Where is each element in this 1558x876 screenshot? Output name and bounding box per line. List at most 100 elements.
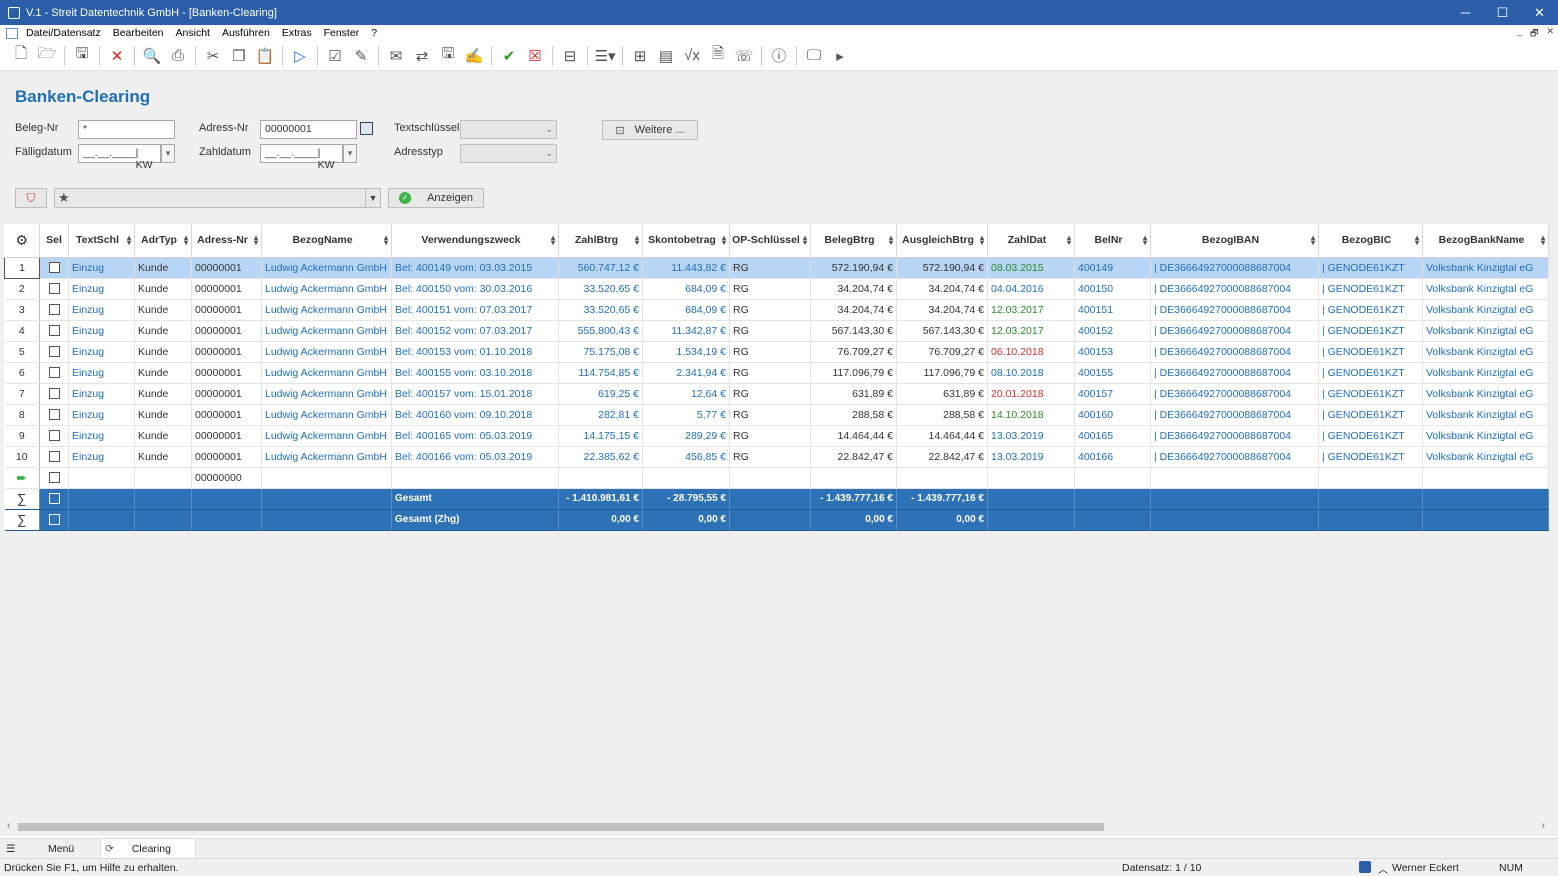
cell-bezogiban[interactable]: | DE36664927000088687004 — [1150, 362, 1319, 384]
edit-icon[interactable]: ✎ — [350, 45, 372, 67]
table-row[interactable]: 2 Einzug Kunde 00000001 Ludwig Ackermann Gmb… — [4, 278, 1549, 300]
select-checkbox[interactable] — [39, 383, 69, 405]
cell-bezogiban[interactable]: | DE36664927000088687004 — [1150, 425, 1319, 447]
maximize-button[interactable]: ☐ — [1484, 0, 1521, 25]
cell-bezogbankname[interactable]: Volksbank Kinzigtal eG — [1422, 320, 1549, 342]
cell-belegbtrg[interactable]: 76.709,27 € — [810, 341, 897, 363]
cell-ausgleichbtrg[interactable]: 572.190,94 € — [896, 257, 988, 279]
cell-bezogbic[interactable]: | GENODE61KZT — [1318, 257, 1423, 279]
cell-op-schluessel[interactable]: RG — [729, 299, 811, 321]
cell-adrtyp[interactable]: Kunde — [134, 446, 192, 468]
cell-adress-nr[interactable]: 00000000 — [191, 467, 262, 489]
cell-bezogbic[interactable]: | GENODE61KZT — [1318, 362, 1423, 384]
cell-zahlbtrg[interactable]: 75.175,08 € — [558, 341, 643, 363]
cell-verwendungszweck[interactable]: Bel: 400165 vom: 05.03.2019 — [391, 425, 559, 447]
table-row[interactable]: 10 Einzug Kunde 00000001 Ludwig Ackermann Gm… — [4, 446, 1549, 468]
favorite-filter-select[interactable]: ★ ▼ — [54, 188, 381, 208]
cell-adress-nr[interactable]: 00000001 — [191, 278, 262, 300]
cell-zahldat[interactable]: 13.03.2019 — [987, 446, 1075, 468]
cell-zahldat[interactable]: 13.03.2019 — [987, 425, 1075, 447]
cell-empty[interactable] — [1318, 467, 1423, 489]
reject-icon[interactable]: ☒ — [524, 45, 546, 67]
cell-bezogiban[interactable]: | DE36664927000088687004 — [1150, 341, 1319, 363]
close-button[interactable]: ✕ — [1521, 0, 1558, 25]
cell-zahlbtrg[interactable]: 114.754,85 € — [558, 362, 643, 384]
select-checkbox[interactable] — [39, 425, 69, 447]
sign-icon[interactable]: ✍ — [463, 45, 485, 67]
row-number[interactable]: 9 — [4, 425, 40, 447]
cell-belegbtrg[interactable]: 117.096,79 € — [810, 362, 897, 384]
play-icon[interactable]: ▸ — [829, 45, 851, 67]
cell-ausgleichbtrg[interactable]: 34.204,74 € — [896, 299, 988, 321]
col-verwendungszweck[interactable]: Verwendungszweck ▴ ▾ — [391, 224, 559, 258]
copy-icon[interactable]: ❐ — [228, 45, 250, 67]
cell-bezogbankname[interactable]: Volksbank Kinzigtal eG — [1422, 446, 1549, 468]
cell-bezogbankname[interactable]: Volksbank Kinzigtal eG — [1422, 404, 1549, 426]
cell-textschl[interactable]: Einzug — [68, 299, 135, 321]
cell-skontobetrag[interactable]: 684,09 € — [642, 278, 730, 300]
cell-belnr[interactable]: 400166 — [1074, 446, 1151, 468]
select-checkbox[interactable] — [39, 341, 69, 363]
cell-adress-nr[interactable]: 00000001 — [191, 404, 262, 426]
cell-adrtyp[interactable]: Kunde — [134, 299, 192, 321]
cell-skontobetrag[interactable]: 5,77 € — [642, 404, 730, 426]
col-adrtyp[interactable]: AdrTyp ▴ ▾ — [134, 224, 192, 258]
col-adress-nr[interactable]: Adress-Nr ▴ ▾ — [191, 224, 262, 258]
select-checkbox[interactable] — [39, 362, 69, 384]
chevron-up-icon[interactable]: ︿ — [1378, 861, 1388, 876]
anzeigen-button[interactable]: ✓ Anzeigen — [388, 188, 484, 208]
row-number[interactable]: 8 — [4, 404, 40, 426]
cell-ausgleichbtrg[interactable]: 22.842,47 € — [896, 446, 988, 468]
layout-icon[interactable]: ☰▾ — [594, 45, 616, 67]
cell-bezogname[interactable]: Ludwig Ackermann GmbH — [261, 362, 392, 384]
cell-zahlbtrg[interactable]: 555.800,43 € — [558, 320, 643, 342]
cell-skontobetrag[interactable]: 11.443,82 € — [642, 257, 730, 279]
cell-belnr[interactable]: 400149 — [1074, 257, 1151, 279]
cell-empty[interactable] — [896, 467, 988, 489]
cell-belnr[interactable]: 400165 — [1074, 425, 1151, 447]
cell-adrtyp[interactable]: Kunde — [134, 404, 192, 426]
mdi-minimize-button[interactable]: _ — [1517, 26, 1522, 42]
cell-bezogbic[interactable]: | GENODE61KZT — [1318, 278, 1423, 300]
cell-verwendungszweck[interactable]: Bel: 400152 vom: 07.03.2017 — [391, 320, 559, 342]
address-lookup-icon[interactable] — [360, 122, 373, 135]
mdi-close-button[interactable]: ✕ — [1546, 26, 1554, 42]
cell-belegbtrg[interactable]: 572.190,94 € — [810, 257, 897, 279]
cell-empty[interactable] — [134, 467, 192, 489]
cell-skontobetrag[interactable]: 11.342,87 € — [642, 320, 730, 342]
faelligdatum-input[interactable]: __.__.____ | KW — [78, 144, 161, 171]
table-row[interactable]: 3 Einzug Kunde 00000001 Ludwig Ackermann Gmb… — [4, 299, 1549, 321]
cell-adrtyp[interactable]: Kunde — [134, 425, 192, 447]
table-row[interactable]: 9 Einzug Kunde 00000001 Ludwig Ackermann Gmb… — [4, 425, 1549, 447]
cell-empty[interactable] — [1422, 467, 1549, 489]
cell-belnr[interactable]: 400152 — [1074, 320, 1151, 342]
cell-adrtyp[interactable]: Kunde — [134, 320, 192, 342]
cell-bezogiban[interactable]: | DE36664927000088687004 — [1150, 446, 1319, 468]
col-textschl[interactable]: TextSchl ▴ ▾ — [68, 224, 135, 258]
cell-adress-nr[interactable]: 00000001 — [191, 362, 262, 384]
row-number[interactable]: 5 — [4, 341, 40, 363]
cell-ausgleichbtrg[interactable]: 34.204,74 € — [896, 278, 988, 300]
cell-belegbtrg[interactable]: 34.204,74 € — [810, 299, 897, 321]
cell-belnr[interactable]: 400151 — [1074, 299, 1151, 321]
mail-icon[interactable]: ✉ — [385, 45, 407, 67]
cell-adress-nr[interactable]: 00000001 — [191, 341, 262, 363]
row-number[interactable]: 3 — [4, 299, 40, 321]
select-checkbox[interactable] — [39, 278, 69, 300]
cell-zahldat[interactable]: 08.10.2018 — [987, 362, 1075, 384]
col-bezogiban[interactable]: BezogIBAN ▴ ▾ — [1150, 224, 1319, 258]
menu-help[interactable]: ? — [365, 27, 383, 39]
cell-adress-nr[interactable]: 00000001 — [191, 383, 262, 405]
cell-bezogbic[interactable]: | GENODE61KZT — [1318, 446, 1423, 468]
col-ausgleichbtrg[interactable]: AusgleichBtrg ▴ ▾ — [896, 224, 988, 258]
cell-bezogname[interactable]: Ludwig Ackermann GmbH — [261, 278, 392, 300]
cell-bezogname[interactable]: Ludwig Ackermann GmbH — [261, 320, 392, 342]
table-row[interactable]: 8 Einzug Kunde 00000001 Ludwig Ackermann Gmb… — [4, 404, 1549, 426]
cell-ausgleichbtrg[interactable]: 14.464,44 € — [896, 425, 988, 447]
menu-bearbeiten[interactable]: Bearbeiten — [107, 27, 170, 39]
cell-textschl[interactable]: Einzug — [68, 341, 135, 363]
cell-zahldat[interactable]: 08.03.2015 — [987, 257, 1075, 279]
cell-verwendungszweck[interactable]: Bel: 400157 vom: 15.01.2018 — [391, 383, 559, 405]
select-checkbox[interactable] — [39, 446, 69, 468]
cell-bezogbankname[interactable]: Volksbank Kinzigtal eG — [1422, 278, 1549, 300]
